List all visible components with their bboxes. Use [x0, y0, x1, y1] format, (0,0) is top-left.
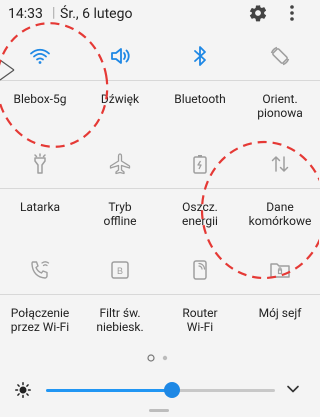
status-separator: |: [52, 5, 56, 21]
hotspot-icon: [193, 260, 207, 280]
mobile-data-icon: [271, 156, 289, 172]
battery-saver-icon: [193, 155, 207, 174]
tile-divider: [0, 80, 80, 81]
wifi-icon: [30, 48, 50, 64]
tile-label-flashlight: Latarka: [19, 200, 61, 214]
tile-divider: [160, 294, 240, 295]
tile-mobile-data[interactable]: Dane komórkowe: [240, 152, 320, 252]
tile-blue-light-filter[interactable]: B Filtr św. niebiesk.: [80, 258, 160, 358]
tile-label-blue-light-filter: Filtr św. niebiesk.: [96, 306, 144, 334]
tile-divider: [240, 294, 320, 295]
tile-label-sound: Dźwięk: [100, 92, 140, 106]
tile-divider: [160, 80, 240, 81]
tile-divider: [240, 80, 320, 81]
tile-secure-folder[interactable]: Mój sejf: [240, 258, 320, 358]
rotation-icon: [270, 46, 290, 66]
tile-divider: [0, 188, 80, 189]
tile-label-wifi-calling: Połączenie przez Wi-Fi: [10, 306, 70, 334]
flashlight-icon: [34, 153, 46, 174]
status-date: Śr., 6 lutego: [60, 6, 133, 22]
brightness-icon: [15, 382, 31, 398]
brightness-slider-thumb[interactable]: [164, 382, 180, 398]
tile-label-bluetooth: Bluetooth: [174, 92, 226, 106]
tile-flashlight[interactable]: Latarka: [0, 152, 80, 252]
tile-label-secure-folder: Mój sejf: [258, 306, 302, 320]
page-indicator: [147, 354, 168, 362]
tile-wifi[interactable]: Blebox-5g: [0, 44, 80, 144]
tile-wifi-calling[interactable]: Połączenie przez Wi-Fi: [0, 258, 80, 358]
tile-label-hotspot: Router Wi-Fi: [182, 306, 218, 334]
status-bar: 14:33 | Śr., 6 lutego: [0, 0, 319, 28]
chevron-down-icon[interactable]: [286, 384, 300, 394]
tile-sound[interactable]: Dźwięk: [80, 44, 160, 144]
tile-bluetooth[interactable]: Bluetooth: [160, 44, 240, 144]
more-options-icon[interactable]: [288, 4, 296, 22]
tile-label-battery-saver: Oszcz. energii: [182, 200, 218, 228]
tile-hotspot[interactable]: Router Wi-Fi: [160, 258, 240, 358]
tile-rotation[interactable]: Orient. pionowa: [240, 44, 320, 144]
tile-divider: [80, 188, 160, 189]
tile-battery-saver[interactable]: Oszcz. energii: [160, 152, 240, 252]
svg-text:B: B: [117, 266, 123, 276]
drag-handle[interactable]: [149, 409, 169, 412]
tile-label-rotation: Orient. pionowa: [257, 92, 303, 120]
tile-airplane[interactable]: Tryb offline: [80, 152, 160, 252]
tile-label-mobile-data: Dane komórkowe: [248, 200, 312, 228]
secure-folder-icon: [270, 263, 290, 278]
blue-light-filter-icon: B: [111, 261, 129, 279]
bluetooth-icon: [194, 46, 206, 66]
sound-icon: [111, 48, 130, 64]
tile-divider: [80, 294, 160, 295]
tile-divider: [0, 294, 80, 295]
status-time: 14:33: [8, 6, 43, 22]
tile-divider: [80, 80, 160, 81]
tile-divider: [240, 188, 320, 189]
brightness-track-filled[interactable]: [46, 389, 172, 392]
airplane-icon: [109, 153, 131, 175]
tile-label-airplane: Tryb offline: [103, 200, 137, 228]
tile-label-wifi: Blebox-5g: [13, 92, 67, 106]
tile-divider: [160, 188, 240, 189]
wifi-calling-icon: [31, 261, 50, 279]
brightness-track[interactable]: [172, 389, 275, 392]
settings-gear-icon[interactable]: [248, 3, 268, 23]
